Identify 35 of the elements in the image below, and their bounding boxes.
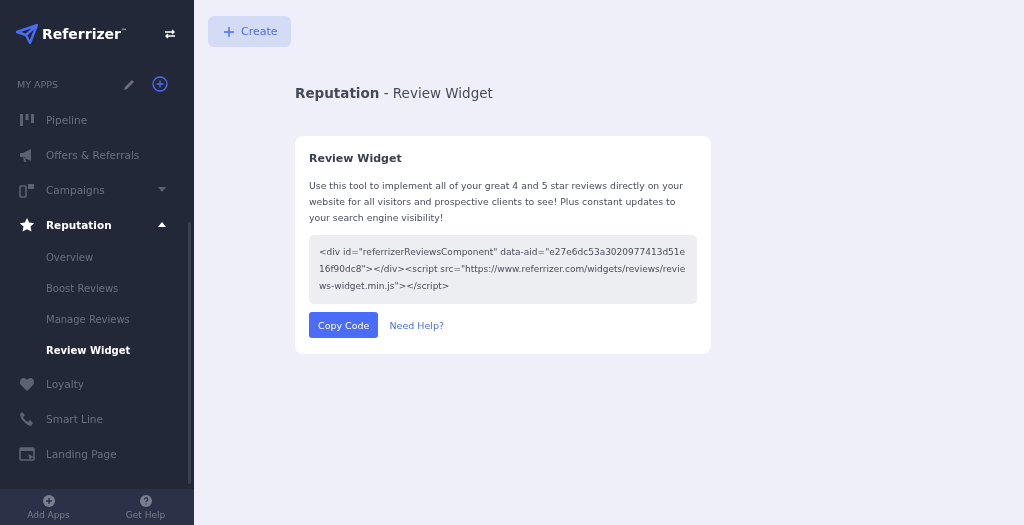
star-icon [19, 216, 35, 233]
code-snippet: <div id="referrizerReviewsComponent" data-aid="e27e6dc53a3020977413d51e16f90dc8"></div><script src="https://www.referrizer.com/widgets/reviews/reviews-widget.min.js"></script> [309, 235, 697, 304]
submenu-item[interactable]: Manage Reviews [0, 304, 194, 335]
paper-plane-icon [16, 24, 38, 44]
pencil-icon[interactable] [123, 77, 136, 91]
nav-item[interactable]: Landing Page [0, 436, 194, 471]
nav-item[interactable]: Smart Line [0, 401, 194, 436]
footer-link[interactable]: Add Apps [27, 509, 70, 520]
help-icon[interactable] [139, 494, 152, 507]
columns-icon [19, 111, 35, 128]
copy-code-button[interactable]: Copy Code [309, 312, 379, 338]
page-title: Reputation - Review Widget [295, 85, 494, 101]
description: Use this tool to implement all of your great 4 and 5 star reviews directly on your website for all visitors and prospective clients to see! Plus constant updates to your search engine visibility! [309, 179, 685, 225]
nav-item[interactable]: Campaigns [0, 172, 194, 207]
nav-item[interactable]: Pipeline [0, 102, 194, 137]
footer-link[interactable]: Get Help [125, 509, 166, 520]
card-title: Review Widget [309, 152, 403, 165]
help-link[interactable]: Need Help? [389, 319, 444, 331]
add-icon[interactable] [152, 76, 168, 92]
section-label: MY APPS [17, 78, 59, 90]
plus-icon [224, 26, 234, 37]
nav-item[interactable]: Reputation [0, 207, 194, 242]
nav-item[interactable]: Offers & Referrals [0, 137, 194, 172]
create-button[interactable]: Create [208, 16, 291, 47]
nav-item[interactable]: Loyalty [0, 366, 194, 401]
heart-icon [19, 375, 35, 392]
phone-icon [19, 410, 35, 427]
swap-icon[interactable] [164, 29, 176, 39]
browser-icon [19, 445, 35, 462]
add-icon[interactable] [42, 494, 55, 507]
devices-icon [19, 181, 35, 198]
brand-name: Referrizer$^{™}$ [42, 26, 129, 42]
submenu-item[interactable]: Boost Reviews [0, 273, 194, 304]
submenu-item[interactable]: Review Widget [0, 335, 194, 366]
submenu-item[interactable]: Overview [0, 242, 194, 273]
